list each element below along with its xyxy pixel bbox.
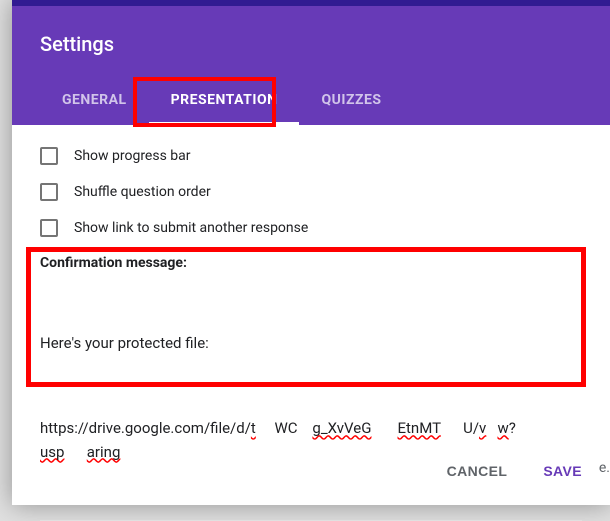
confirmation-label: Confirmation message: — [40, 255, 582, 271]
dialog-header: Settings General Presentation Quizzes — [12, 0, 610, 125]
settings-dialog: Settings General Presentation Quizzes Sh… — [12, 0, 610, 505]
option-progress-bar: Show progress bar — [40, 147, 582, 165]
dialog-title: Settings — [40, 32, 582, 56]
save-button[interactable]: Save — [529, 453, 596, 489]
checkbox-label: Shuffle question order — [74, 184, 211, 200]
background-text: e. — [599, 460, 610, 476]
dialog-footer: Cancel Save — [433, 453, 596, 489]
tab-general[interactable]: General — [40, 80, 149, 125]
option-submit-another: Show link to submit another response — [40, 219, 582, 237]
checkbox-submit-another[interactable] — [40, 219, 58, 237]
cancel-button[interactable]: Cancel — [433, 453, 522, 489]
tab-presentation[interactable]: Presentation — [149, 80, 300, 125]
checkbox-progress-bar[interactable] — [40, 147, 58, 165]
option-shuffle: Shuffle question order — [40, 183, 582, 201]
checkbox-label: Show link to submit another response — [74, 220, 308, 236]
tab-quizzes[interactable]: Quizzes — [299, 80, 403, 125]
message-line-1: Here's your protected file: — [40, 332, 582, 355]
checkbox-label: Show progress bar — [74, 148, 191, 164]
header-border — [12, 0, 610, 6]
tabs: General Presentation Quizzes — [40, 80, 403, 125]
checkbox-shuffle[interactable] — [40, 183, 58, 201]
